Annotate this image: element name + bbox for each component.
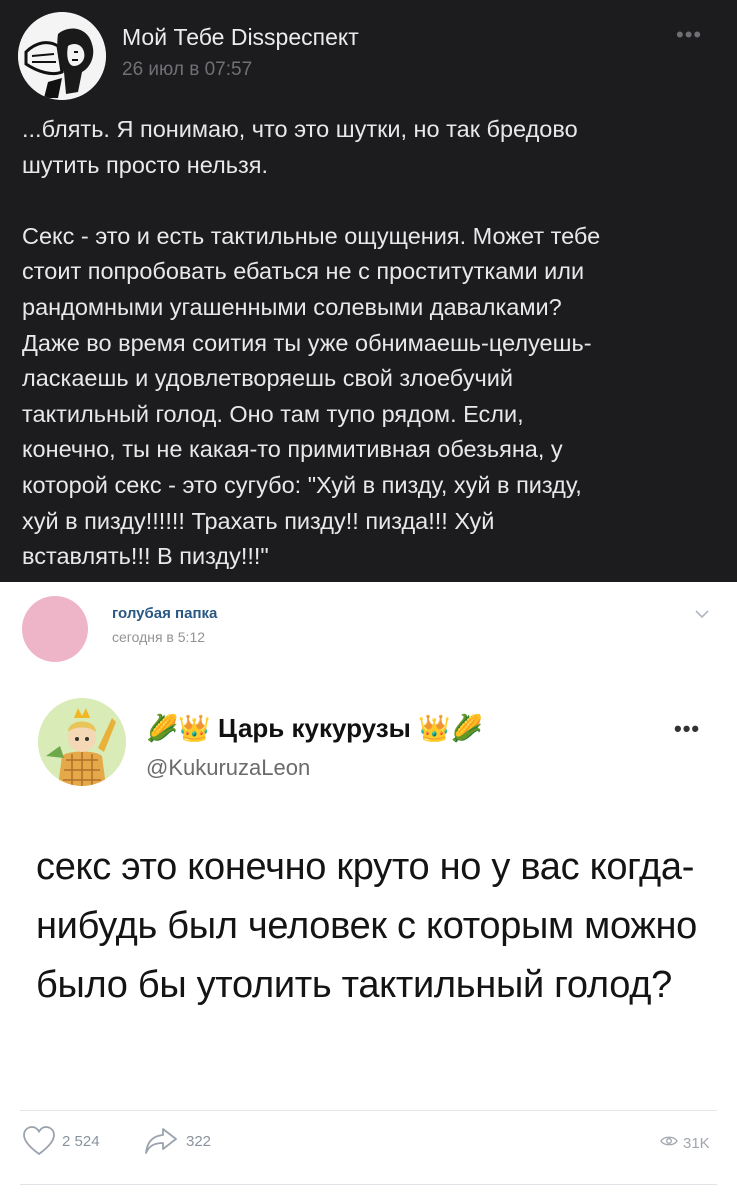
heart-icon[interactable] <box>22 1126 56 1161</box>
tweet-display-name[interactable]: 🌽👑 Царь кукурузы 👑🌽 <box>146 713 483 744</box>
dark-post: Мой Тебе Dissреспект 26 июл в 07:57 ••• … <box>0 0 737 582</box>
tweet-text: секс это конечно круто но у вас когда-ни… <box>36 846 698 1006</box>
tweet-display-name-text: Царь кукурузы <box>217 713 411 743</box>
view-count: 31K <box>683 1135 710 1152</box>
share-icon[interactable] <box>144 1126 178 1161</box>
tweet-avatar[interactable] <box>38 698 126 786</box>
post-menu-button[interactable]: ••• <box>676 22 702 48</box>
tweet-menu-button[interactable]: ••• <box>674 716 700 742</box>
post-date[interactable]: 26 июл в 07:57 <box>122 59 252 81</box>
post-text: ...блять. Я понимаю, что это шутки, но т… <box>22 112 720 575</box>
corn-character-icon <box>38 698 126 786</box>
author-name[interactable]: Мой Тебе Dissреспект <box>122 24 359 51</box>
chevron-down-icon[interactable] <box>695 606 709 623</box>
share-count[interactable]: 322 <box>186 1133 211 1150</box>
eye-icon <box>660 1134 678 1153</box>
repost-author-name[interactable]: голубая папка <box>112 605 217 622</box>
corn-crown-emoji-left: 🌽👑 <box>146 713 211 743</box>
bottom-divider <box>20 1184 717 1185</box>
post-paragraph: Секс - это и есть тактильные ощущения. М… <box>22 222 601 570</box>
sketch-portrait-icon <box>18 12 106 100</box>
post-paragraph: ...блять. Я понимаю, что это шутки, но т… <box>22 116 578 178</box>
divider <box>20 1110 717 1111</box>
repost-avatar[interactable] <box>22 596 88 662</box>
corn-crown-emoji-right: 👑🌽 <box>418 713 483 743</box>
author-avatar[interactable] <box>18 12 106 100</box>
tweet-handle[interactable]: @KukuruzaLeon <box>146 755 310 781</box>
repost-date[interactable]: сегодня в 5:12 <box>112 629 205 645</box>
like-count[interactable]: 2 524 <box>62 1133 100 1150</box>
